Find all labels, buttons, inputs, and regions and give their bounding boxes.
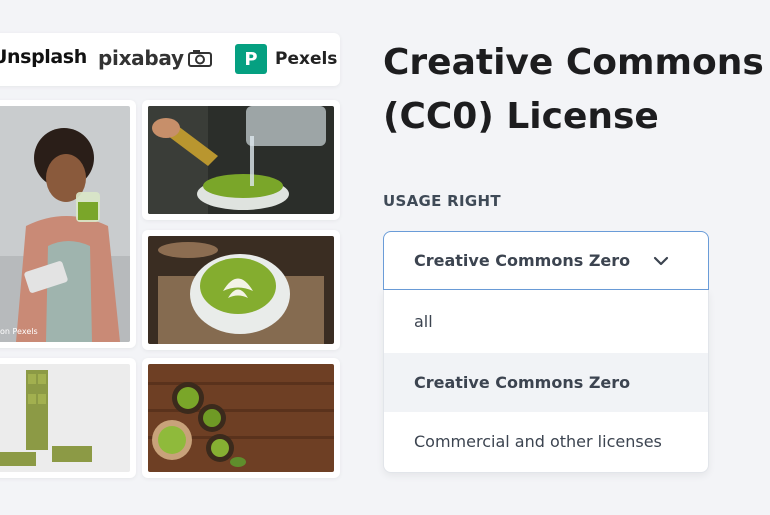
photo-matcha-whisk bbox=[148, 106, 334, 214]
pexels-logo: P Pexels bbox=[235, 44, 337, 74]
page-title: Creative Commons Zero (CC0) License bbox=[383, 36, 770, 144]
usage-right-selected-value: Creative Commons Zero bbox=[414, 251, 631, 270]
chevron-down-icon bbox=[653, 256, 669, 266]
usage-right-options-menu: all Creative Commons Zero Commercial and… bbox=[383, 290, 709, 473]
photo-card-matcha-latte[interactable] bbox=[142, 230, 340, 350]
photo-card-matcha-bowls[interactable] bbox=[142, 358, 340, 478]
photo-matcha-chocolate bbox=[0, 364, 130, 472]
pexels-logo-text: Pexels bbox=[275, 49, 338, 69]
camera-icon bbox=[187, 50, 212, 67]
photo-woman-drinking-matcha: on Pexels bbox=[0, 106, 130, 342]
pixabay-logo: pixabay bbox=[98, 46, 212, 70]
option-creative-commons-zero[interactable]: Creative Commons Zero bbox=[384, 353, 708, 412]
option-commercial-and-other-licenses[interactable]: Commercial and other licenses bbox=[384, 412, 708, 471]
photo-credit: on Pexels bbox=[0, 327, 38, 336]
option-all[interactable]: all bbox=[384, 292, 708, 351]
photo-card-woman-drinking-matcha[interactable]: on Pexels bbox=[0, 100, 136, 348]
photo-card-matcha-whisk[interactable] bbox=[142, 100, 340, 220]
page-title-line-1: Creative Commons Zero bbox=[383, 42, 770, 83]
pixabay-logo-text: pixabay bbox=[98, 46, 184, 70]
image-source-logo-bar: Unsplash pixabay P Pexels bbox=[0, 33, 340, 86]
photo-matcha-bowls bbox=[148, 364, 334, 472]
pexels-mark-icon: P bbox=[235, 44, 267, 74]
photo-matcha-latte bbox=[148, 236, 334, 344]
photo-card-matcha-chocolate[interactable] bbox=[0, 358, 136, 478]
usage-right-select[interactable]: Creative Commons Zero bbox=[383, 231, 709, 290]
page-title-line-2: (CC0) License bbox=[383, 96, 659, 137]
usage-right-label: USAGE RIGHT bbox=[383, 192, 501, 210]
unsplash-logo: Unsplash bbox=[0, 46, 87, 68]
